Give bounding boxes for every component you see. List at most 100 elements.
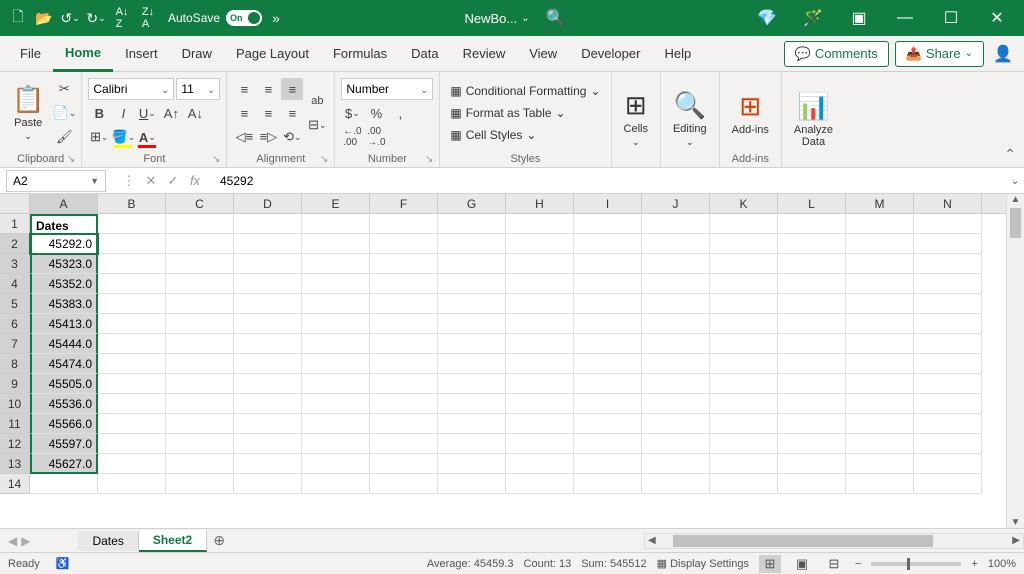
comments-button[interactable]: 💬 Comments: [784, 41, 889, 67]
cell-N5[interactable]: [914, 294, 982, 314]
cell-F9[interactable]: [370, 374, 438, 394]
normal-view-icon[interactable]: ⊞: [759, 555, 781, 573]
row-header-3[interactable]: 3: [0, 254, 30, 274]
row-header-13[interactable]: 13: [0, 454, 30, 474]
dropdown-icon[interactable]: ⋮: [120, 173, 138, 189]
cell-D9[interactable]: [234, 374, 302, 394]
cell-M11[interactable]: [846, 414, 914, 434]
cell-K6[interactable]: [710, 314, 778, 334]
cell-D3[interactable]: [234, 254, 302, 274]
cell-J5[interactable]: [642, 294, 710, 314]
row-header-6[interactable]: 6: [0, 314, 30, 334]
tab-home[interactable]: Home: [53, 36, 113, 72]
cell-C2[interactable]: [166, 234, 234, 254]
cell-F14[interactable]: [370, 474, 438, 494]
cells-button[interactable]: ⊞Cells⌄: [618, 88, 654, 150]
format-as-table-button[interactable]: ▦ Format as Table ⌄: [446, 104, 604, 122]
cell-A8[interactable]: 45474.0: [30, 354, 98, 374]
align-center-icon[interactable]: ≡: [257, 102, 279, 124]
tab-formulas[interactable]: Formulas: [321, 36, 399, 72]
qat-overflow-icon[interactable]: »: [264, 6, 288, 30]
cell-K14[interactable]: [710, 474, 778, 494]
cell-D4[interactable]: [234, 274, 302, 294]
col-header-B[interactable]: B: [98, 194, 166, 213]
cell-A9[interactable]: 45505.0: [30, 374, 98, 394]
accessibility-icon[interactable]: ♿: [56, 557, 70, 570]
display-settings-button[interactable]: ▦ Display Settings: [657, 557, 749, 570]
formula-input[interactable]: 45292: [212, 174, 1006, 188]
cell-N4[interactable]: [914, 274, 982, 294]
cell-M1[interactable]: [846, 214, 914, 234]
format-painter-icon[interactable]: 🖌: [53, 126, 75, 148]
number-launcher-icon[interactable]: ↘: [425, 154, 433, 165]
cell-G14[interactable]: [438, 474, 506, 494]
align-right-icon[interactable]: ≡: [281, 102, 303, 124]
row-header-8[interactable]: 8: [0, 354, 30, 374]
cell-C11[interactable]: [166, 414, 234, 434]
cell-C7[interactable]: [166, 334, 234, 354]
cell-L2[interactable]: [778, 234, 846, 254]
cell-B8[interactable]: [98, 354, 166, 374]
cell-L4[interactable]: [778, 274, 846, 294]
cell-K9[interactable]: [710, 374, 778, 394]
cell-B11[interactable]: [98, 414, 166, 434]
row-header-4[interactable]: 4: [0, 274, 30, 294]
row-header-1[interactable]: 1: [0, 214, 30, 234]
tab-review[interactable]: Review: [451, 36, 518, 72]
cell-J7[interactable]: [642, 334, 710, 354]
col-header-E[interactable]: E: [302, 194, 370, 213]
cell-H13[interactable]: [506, 454, 574, 474]
cell-F2[interactable]: [370, 234, 438, 254]
cell-G10[interactable]: [438, 394, 506, 414]
cell-E12[interactable]: [302, 434, 370, 454]
cell-G4[interactable]: [438, 274, 506, 294]
cell-H12[interactable]: [506, 434, 574, 454]
cell-N9[interactable]: [914, 374, 982, 394]
cell-L12[interactable]: [778, 434, 846, 454]
col-header-K[interactable]: K: [710, 194, 778, 213]
tab-page-layout[interactable]: Page Layout: [224, 36, 321, 72]
cell-H8[interactable]: [506, 354, 574, 374]
cell-M13[interactable]: [846, 454, 914, 474]
select-all-corner[interactable]: [0, 194, 30, 213]
cell-H3[interactable]: [506, 254, 574, 274]
cell-J9[interactable]: [642, 374, 710, 394]
cell-K10[interactable]: [710, 394, 778, 414]
cell-I12[interactable]: [574, 434, 642, 454]
bold-button[interactable]: B: [88, 102, 110, 124]
horizontal-scrollbar[interactable]: ◀▶: [644, 533, 1024, 549]
cell-J1[interactable]: [642, 214, 710, 234]
zoom-out-button[interactable]: −: [855, 558, 861, 570]
cell-J3[interactable]: [642, 254, 710, 274]
cell-F6[interactable]: [370, 314, 438, 334]
cell-D6[interactable]: [234, 314, 302, 334]
col-header-A[interactable]: A: [30, 194, 98, 213]
cell-H11[interactable]: [506, 414, 574, 434]
cell-C14[interactable]: [166, 474, 234, 494]
undo-icon[interactable]: ↺⌄: [58, 6, 82, 30]
cell-E11[interactable]: [302, 414, 370, 434]
cell-N10[interactable]: [914, 394, 982, 414]
cell-L3[interactable]: [778, 254, 846, 274]
cell-F7[interactable]: [370, 334, 438, 354]
page-break-view-icon[interactable]: ⊟: [823, 555, 845, 573]
cell-J10[interactable]: [642, 394, 710, 414]
tab-help[interactable]: Help: [652, 36, 703, 72]
cell-K2[interactable]: [710, 234, 778, 254]
cell-B9[interactable]: [98, 374, 166, 394]
cell-I6[interactable]: [574, 314, 642, 334]
cell-F4[interactable]: [370, 274, 438, 294]
cell-M2[interactable]: [846, 234, 914, 254]
cell-I10[interactable]: [574, 394, 642, 414]
row-header-2[interactable]: 2: [0, 234, 30, 254]
cell-L6[interactable]: [778, 314, 846, 334]
cell-E6[interactable]: [302, 314, 370, 334]
cell-E8[interactable]: [302, 354, 370, 374]
cell-G7[interactable]: [438, 334, 506, 354]
cell-E1[interactable]: [302, 214, 370, 234]
increase-indent-icon[interactable]: ≡▷: [257, 126, 279, 148]
cell-A3[interactable]: 45323.0: [30, 254, 98, 274]
cell-H2[interactable]: [506, 234, 574, 254]
cell-E9[interactable]: [302, 374, 370, 394]
cell-G2[interactable]: [438, 234, 506, 254]
